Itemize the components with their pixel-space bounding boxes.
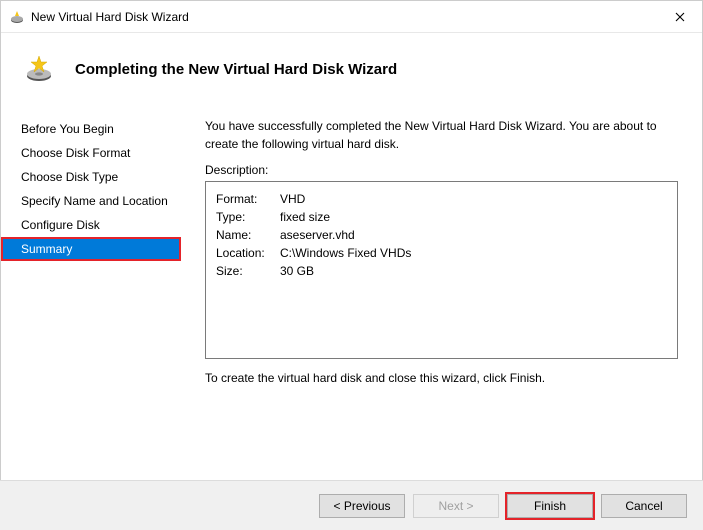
desc-key: Format: <box>216 190 280 208</box>
desc-key: Name: <box>216 226 280 244</box>
cancel-button[interactable]: Cancel <box>601 494 687 518</box>
sidebar-item-label: Specify Name and Location <box>21 194 168 208</box>
disk-wizard-icon-large <box>21 51 57 87</box>
desc-val: C:\Windows Fixed VHDs <box>280 244 411 262</box>
finish-button[interactable]: Finish <box>507 494 593 518</box>
intro-text: You have successfully completed the New … <box>205 117 678 153</box>
desc-row-location: Location: C:\Windows Fixed VHDs <box>216 244 667 262</box>
desc-val: VHD <box>280 190 305 208</box>
sidebar-item-label: Choose Disk Format <box>21 146 130 160</box>
sidebar-item-choose-disk-format[interactable]: Choose Disk Format <box>1 141 181 165</box>
desc-key: Location: <box>216 244 280 262</box>
description-box: Format: VHD Type: fixed size Name: asese… <box>205 181 678 359</box>
sidebar-item-specify-name-location[interactable]: Specify Name and Location <box>1 189 181 213</box>
sidebar-item-choose-disk-type[interactable]: Choose Disk Type <box>1 165 181 189</box>
close-icon <box>675 12 685 22</box>
wizard-steps-sidebar: Before You Begin Choose Disk Format Choo… <box>1 107 181 387</box>
next-button: Next > <box>413 494 499 518</box>
desc-val: fixed size <box>280 208 330 226</box>
desc-row-type: Type: fixed size <box>216 208 667 226</box>
wizard-footer: < Previous Next > Finish Cancel <box>0 480 703 530</box>
desc-row-format: Format: VHD <box>216 190 667 208</box>
desc-val: 30 GB <box>280 262 314 280</box>
sidebar-item-configure-disk[interactable]: Configure Disk <box>1 213 181 237</box>
wizard-main-panel: You have successfully completed the New … <box>181 107 702 387</box>
desc-val: aseserver.vhd <box>280 226 355 244</box>
sidebar-item-label: Configure Disk <box>21 218 100 232</box>
sidebar-item-label: Summary <box>21 242 72 256</box>
disk-wizard-icon <box>9 9 25 25</box>
sidebar-item-label: Choose Disk Type <box>21 170 118 184</box>
desc-row-size: Size: 30 GB <box>216 262 667 280</box>
desc-key: Type: <box>216 208 280 226</box>
window-title: New Virtual Hard Disk Wizard <box>31 10 657 24</box>
titlebar: New Virtual Hard Disk Wizard <box>1 1 702 33</box>
desc-key: Size: <box>216 262 280 280</box>
sidebar-item-before-you-begin[interactable]: Before You Begin <box>1 117 181 141</box>
wizard-content: Before You Begin Choose Disk Format Choo… <box>1 107 702 387</box>
wizard-header: Completing the New Virtual Hard Disk Wiz… <box>1 33 702 107</box>
desc-row-name: Name: aseserver.vhd <box>216 226 667 244</box>
previous-button[interactable]: < Previous <box>319 494 405 518</box>
description-label: Description: <box>205 163 678 177</box>
sidebar-item-summary[interactable]: Summary <box>1 237 181 261</box>
outro-text: To create the virtual hard disk and clos… <box>205 369 678 387</box>
sidebar-item-label: Before You Begin <box>21 122 114 136</box>
page-title: Completing the New Virtual Hard Disk Wiz… <box>75 61 397 78</box>
close-button[interactable] <box>657 1 702 33</box>
